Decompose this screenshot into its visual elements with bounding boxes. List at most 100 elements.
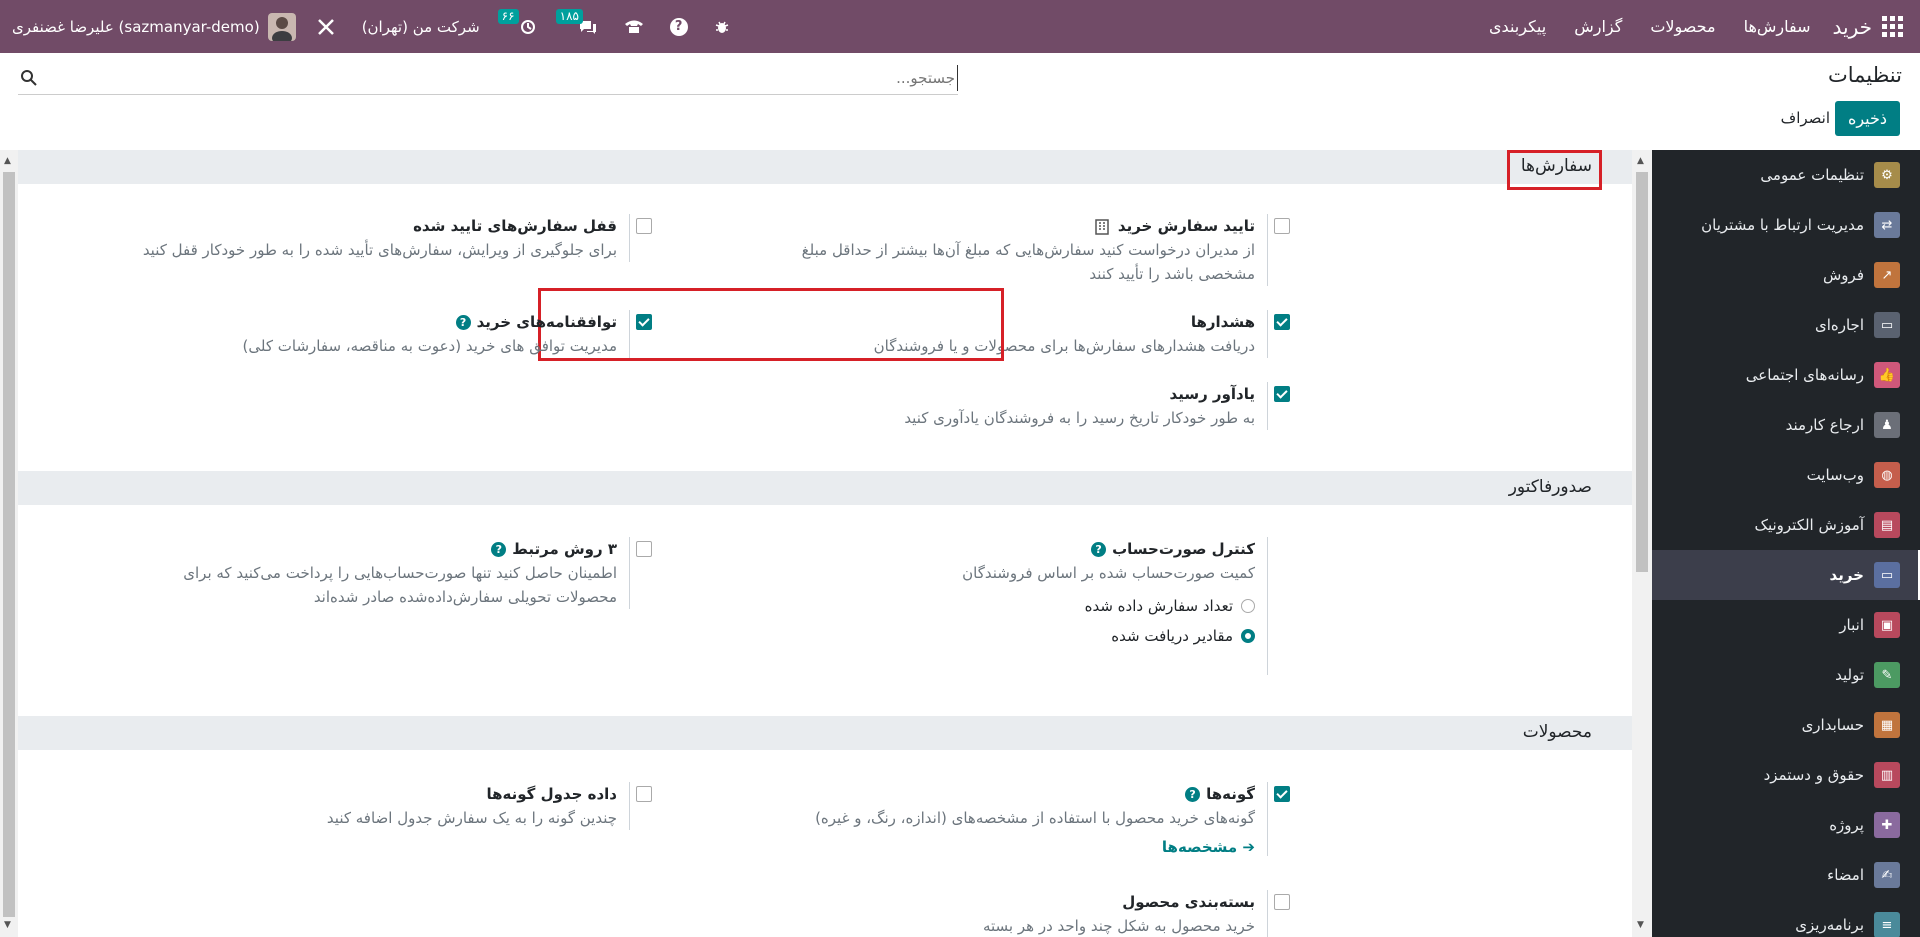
setting-desc: چندین گونه را به یک سفارش جدول اضافه کنی… (326, 809, 617, 827)
receipt-reminder-checkbox[interactable] (1274, 386, 1290, 402)
scrollbar-right[interactable]: ▲ ▼ (1632, 150, 1652, 937)
setting-desc: گونه‌های خرید محصول با استفاده از مشخصه‌… (815, 809, 1255, 827)
setting-desc: از مدیران درخواست کنید سفارش‌هایی که مبل… (801, 241, 1255, 259)
help-icon[interactable]: ? (1185, 787, 1201, 802)
sidebar-item-label: اجاره‌ای (1814, 316, 1864, 334)
control-panel: تنظیمات ذخیره انصراف (0, 53, 1920, 150)
sidebar-item[interactable]: ♟ ارجاع کارمند (1652, 400, 1920, 450)
company-icon (1094, 218, 1109, 235)
setting-desc: اطمینان حاصل کنید تنها صورت‌حساب‌هایی را… (183, 564, 617, 582)
phone-icon[interactable] (624, 19, 644, 35)
warnings-checkbox[interactable] (1274, 314, 1290, 330)
radio-label: مقادیر دریافت شده (1111, 627, 1233, 645)
apps-menu-icon[interactable] (1882, 15, 1904, 38)
setting-label: بسته‌بندی محصول (1122, 893, 1255, 911)
attributes-link[interactable]: ➔ مشخصه‌ها (815, 838, 1255, 856)
app-brand[interactable]: خرید (1833, 15, 1872, 39)
list-icon: ≡ (1874, 912, 1900, 937)
packaging-checkbox[interactable] (1274, 894, 1290, 910)
radio-button[interactable] (1241, 629, 1255, 643)
menu-orders[interactable]: سفارش‌ها (1744, 17, 1811, 36)
radio-button[interactable] (1241, 599, 1255, 613)
search-input[interactable] (58, 65, 958, 91)
user-menu-name[interactable]: علیرضا غضنفری (sazmanyar-demo) (12, 18, 260, 36)
sidebar-item-label: ارجاع کارمند (1785, 416, 1864, 434)
help-icon[interactable]: ? (455, 315, 471, 330)
box-icon: ▣ (1874, 612, 1900, 638)
messages-icon[interactable]: ۱۸۵ (555, 8, 598, 35)
radio-label: تعداد سفارش داده شده (1084, 597, 1233, 615)
sidebar-item[interactable]: ✍ امضاء (1652, 850, 1920, 900)
setting-desc: خرید محصول به شکل چند واحد در هر بسته (982, 917, 1255, 935)
variant-grid-checkbox[interactable] (636, 786, 652, 802)
settings-content: ▲ ▼ سفارش‌ها تایید سفارش خرید از مدیران د… (0, 150, 1652, 937)
save-button[interactable]: ذخیره (1834, 101, 1900, 136)
setting-label: یادآور رسید (1169, 385, 1255, 403)
sidebar-item-label: آموزش الکترونیک (1754, 516, 1864, 534)
payroll-icon: ▥ (1874, 762, 1900, 788)
sidebar-item-label: حسابداری (1801, 716, 1864, 734)
lock-orders-checkbox[interactable] (636, 218, 652, 234)
agreements-checkbox[interactable] (636, 314, 652, 330)
link-label: مشخصه‌ها (1161, 838, 1238, 856)
sidebar-item[interactable]: ▦ حسابداری (1652, 700, 1920, 750)
setting-label: قفل سفارش‌های تایید شده (413, 217, 617, 235)
chart-icon: ↗ (1874, 262, 1900, 288)
sidebar-item[interactable]: ⇄ مدیریت ارتباط با مشتریان (1652, 200, 1920, 250)
sidebar-item[interactable]: ✎ تولید (1652, 650, 1920, 700)
sidebar-item[interactable]: ▤ آموزش الکترونیک (1652, 500, 1920, 550)
scrollbar-left[interactable]: ▲ ▼ (0, 150, 18, 937)
help-icon[interactable]: ? (491, 542, 507, 557)
puzzle-icon: ✚ (1874, 812, 1900, 838)
activity-icon[interactable]: ۶۶ (497, 8, 536, 35)
sidebar-item[interactable]: ≡ برنامه‌ریزی (1652, 900, 1920, 937)
three-way-checkbox[interactable] (636, 541, 652, 557)
sidebar-item[interactable]: ▣ انبار (1652, 600, 1920, 650)
thumbs-up-icon: 👍 (1874, 362, 1900, 388)
help-icon[interactable]: ? (1091, 542, 1107, 557)
card-icon: ▭ (1874, 562, 1900, 588)
sidebar-item-label: امضاء (1827, 866, 1864, 884)
sidebar-item-label: تولید (1835, 666, 1864, 684)
menu-products[interactable]: محصولات (1650, 17, 1715, 36)
cancel-button[interactable]: انصراف (1781, 109, 1830, 127)
sidebar-item[interactable]: ▭ اجاره‌ای (1652, 300, 1920, 350)
sidebar-item-label: برنامه‌ریزی (1795, 916, 1864, 934)
bug-icon[interactable] (714, 19, 730, 35)
monitor-icon: ▭ (1874, 312, 1900, 338)
sidebar-item[interactable]: ⚙ تنظیمات عمومی (1652, 150, 1920, 200)
menu-reporting[interactable]: گزارش (1574, 17, 1622, 36)
section-orders: سفارش‌ها (18, 150, 1632, 184)
menu-configuration[interactable]: پیکربندی (1489, 17, 1546, 36)
section-invoicing: صدورفاکتور (18, 471, 1632, 505)
settings-sidebar: ⚙ تنظیمات عمومی ⇄ مدیریت ارتباط با مشتریان ↗… (1652, 150, 1920, 937)
sidebar-item[interactable]: ◍ وب‌سایت (1652, 450, 1920, 500)
po-approval-checkbox[interactable] (1274, 218, 1290, 234)
setting-label: تایید سفارش خرید (1117, 217, 1255, 235)
sidebar-item[interactable]: ▭ خرید (1652, 550, 1920, 600)
sidebar-item[interactable]: ✚ پروژه (1652, 800, 1920, 850)
highlight-box (1507, 150, 1602, 190)
elearning-icon: ▤ (1874, 512, 1900, 538)
avatar[interactable] (267, 12, 296, 41)
sidebar-item[interactable]: ▥ حقوق و دستمزد (1652, 750, 1920, 800)
sidebar-item-label: پروژه (1829, 816, 1864, 834)
sidebar-item-label: تنظیمات عمومی (1760, 166, 1864, 184)
debug-tools-icon[interactable] (316, 17, 336, 37)
radio-ordered-qty[interactable]: تعداد سفارش داده شده (962, 591, 1255, 621)
messages-badge: ۱۸۵ (555, 8, 583, 24)
help-icon[interactable]: ? (669, 17, 688, 36)
sidebar-item-label: خرید (1829, 566, 1864, 584)
search-icon[interactable] (20, 69, 38, 87)
sidebar-item-label: انبار (1839, 616, 1864, 634)
page-title: تنظیمات (1827, 63, 1902, 87)
setting-label: ۳ روش مرتبط (512, 540, 617, 558)
sidebar-item-label: وب‌سایت (1806, 466, 1864, 484)
sidebar-item-label: حقوق و دستمزد (1763, 766, 1864, 784)
company-switcher[interactable]: شرکت من (تهران) (362, 18, 480, 36)
radio-received-qty[interactable]: مقادیر دریافت شده (962, 621, 1255, 651)
sidebar-item[interactable]: 👍 رسانه‌های اجتماعی (1652, 350, 1920, 400)
setting-label: توافقنامه‌های خرید (476, 313, 617, 331)
sidebar-item[interactable]: ↗ فروش (1652, 250, 1920, 300)
variants-checkbox[interactable] (1274, 786, 1290, 802)
